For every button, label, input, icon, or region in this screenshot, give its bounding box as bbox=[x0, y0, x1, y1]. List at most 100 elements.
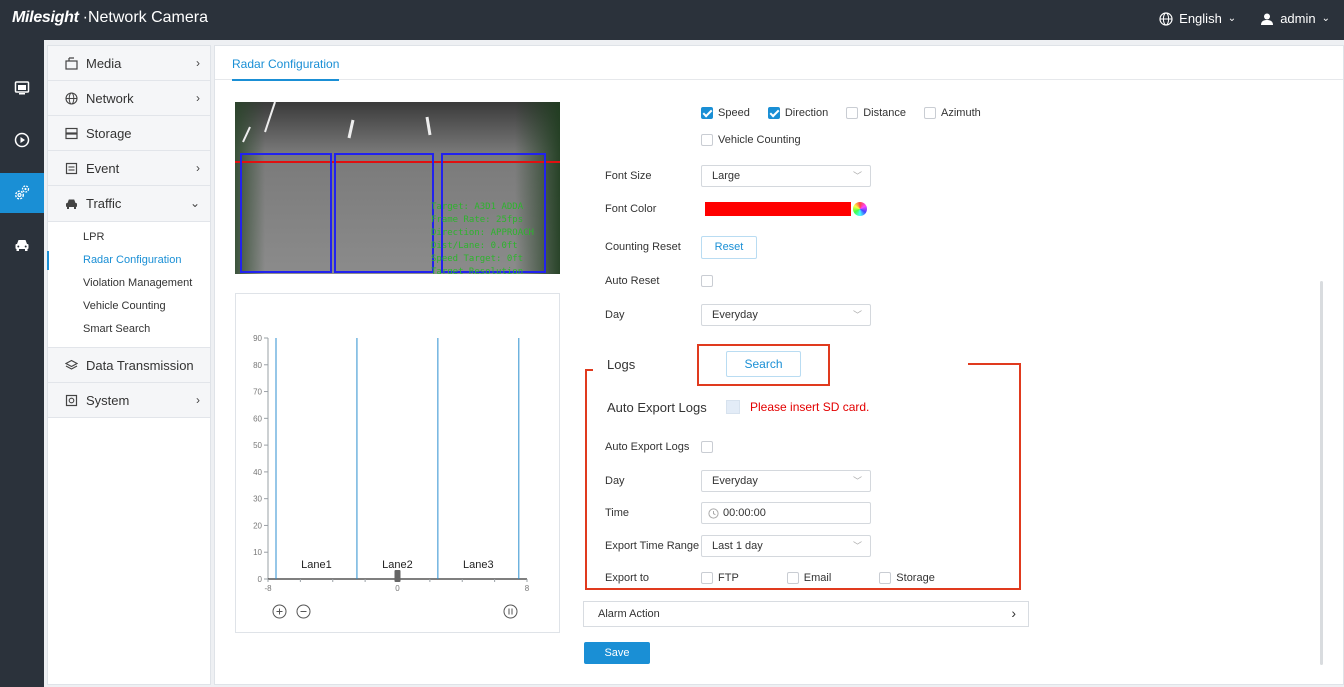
globe-icon bbox=[64, 91, 78, 105]
system-icon bbox=[64, 393, 78, 407]
font-size-label: Font Size bbox=[605, 170, 652, 182]
select-value: Everyday bbox=[712, 309, 758, 321]
clock-icon bbox=[708, 507, 719, 519]
sidebar-subitem-lpr[interactable]: LPR bbox=[48, 226, 210, 249]
scrollbar[interactable] bbox=[1320, 281, 1323, 665]
checkbox[interactable] bbox=[701, 572, 713, 584]
chevron-down-icon: ⌄ bbox=[1227, 13, 1237, 24]
checkbox[interactable] bbox=[786, 572, 799, 584]
rail-playback[interactable] bbox=[0, 120, 44, 160]
auto-reset-checkbox[interactable] bbox=[701, 275, 713, 287]
select-value: Large bbox=[712, 170, 741, 182]
rail-traffic[interactable] bbox=[0, 225, 44, 265]
sd-card-warning: Please insert SD card. bbox=[750, 400, 870, 414]
font-color-label: Font Color bbox=[605, 203, 657, 215]
lane-label: Lane2 bbox=[382, 559, 413, 571]
day-select[interactable]: Everyday ﹀ bbox=[701, 304, 871, 326]
alarm-action-label: Alarm Action bbox=[598, 608, 660, 620]
ftp-checkbox[interactable]: FTP bbox=[701, 572, 739, 584]
sidebar-subitem-smart-search[interactable]: Smart Search bbox=[48, 318, 210, 341]
zoom-in-button[interactable] bbox=[272, 604, 287, 622]
y-tick-label: 80 bbox=[253, 361, 262, 370]
distance-checkbox[interactable]: Distance bbox=[846, 107, 906, 119]
auto-export-heading-checkbox[interactable] bbox=[726, 400, 740, 414]
checkbox[interactable] bbox=[701, 107, 713, 119]
auto-reset-row bbox=[701, 270, 713, 292]
checkbox-label: Email bbox=[803, 572, 832, 584]
sidebar-item-label: Traffic bbox=[86, 196, 122, 211]
font-color-swatch[interactable] bbox=[705, 202, 851, 216]
sidebar-item-system[interactable]: System › bbox=[48, 383, 210, 418]
sidebar-item-network[interactable]: Network › bbox=[48, 81, 210, 116]
sidebar-item-media[interactable]: Media › bbox=[48, 46, 210, 81]
color-picker-icon[interactable] bbox=[853, 202, 867, 216]
rail-settings[interactable] bbox=[0, 173, 44, 213]
video-preview[interactable]: Target: A3D1 ADDA Frame Rate: 25fps Direct… bbox=[235, 102, 560, 274]
zoom-out-button[interactable] bbox=[296, 604, 311, 622]
rail-live-view[interactable] bbox=[0, 68, 44, 108]
checkbox-label: Storage bbox=[896, 572, 935, 584]
y-tick-label: 50 bbox=[253, 441, 262, 450]
checkbox[interactable] bbox=[846, 107, 859, 119]
car-icon bbox=[64, 197, 78, 211]
sidebar-item-label: Network bbox=[86, 90, 134, 106]
sidebar-item-data-transmission[interactable]: Data Transmission bbox=[48, 348, 210, 383]
checkbox-label: Distance bbox=[863, 107, 907, 119]
language-menu[interactable]: English ⌄ bbox=[1159, 11, 1236, 26]
y-tick-label: 20 bbox=[253, 521, 262, 530]
sidebar-subitem-radar-configuration[interactable]: Radar Configuration bbox=[47, 249, 210, 272]
auto-export-logs-checkbox[interactable] bbox=[701, 441, 713, 453]
sidebar-item-storage[interactable]: Storage bbox=[48, 116, 210, 151]
search-button[interactable]: Search bbox=[726, 351, 801, 377]
sidebar-item-label: System bbox=[86, 392, 130, 408]
speed-checkbox[interactable]: Speed bbox=[701, 107, 750, 119]
lane-label: Lane1 bbox=[301, 559, 332, 571]
checkbox[interactable] bbox=[879, 572, 892, 584]
product-name: ·Network Camera bbox=[82, 9, 208, 26]
x-tick-label: 8 bbox=[525, 584, 530, 593]
y-tick-label: 70 bbox=[253, 388, 262, 397]
overlay-options-row2: Vehicle Counting bbox=[701, 129, 801, 151]
checkbox[interactable] bbox=[767, 107, 780, 119]
storage-checkbox[interactable]: Storage bbox=[879, 572, 935, 584]
chevron-right-icon: › bbox=[1011, 605, 1016, 621]
y-tick-label: 40 bbox=[253, 468, 262, 477]
radar-chart-panel: 90 80 70 60 50 40 30 20 10 0 -8 0 8 Lane1 Lane2 Lane3 bbox=[235, 293, 560, 633]
alarm-action-section[interactable]: Alarm Action › bbox=[583, 601, 1029, 627]
y-tick-label: 60 bbox=[253, 414, 262, 423]
chevron-down-icon: ﹀ bbox=[852, 476, 862, 486]
checkbox-label: Azimuth bbox=[941, 107, 981, 119]
checkbox-label: Speed bbox=[718, 107, 750, 119]
checkbox[interactable] bbox=[701, 134, 713, 146]
zoom-in-icon bbox=[272, 604, 287, 619]
direction-checkbox[interactable]: Direction bbox=[767, 107, 828, 119]
vehicle-counting-checkbox[interactable]: Vehicle Counting bbox=[701, 134, 801, 146]
tab-bar: Radar Configuration bbox=[215, 46, 1343, 81]
sidebar-subitem-violation-management[interactable]: Violation Management bbox=[48, 272, 210, 295]
auto-reset-label: Auto Reset bbox=[605, 275, 660, 287]
media-icon bbox=[64, 56, 78, 70]
email-checkbox[interactable]: Email bbox=[786, 572, 832, 584]
logs-day-select[interactable]: Everyday ﹀ bbox=[701, 470, 871, 492]
export-time-range-select[interactable]: Last 1 day ﹀ bbox=[701, 535, 871, 557]
chevron-down-icon: ﹀ bbox=[852, 310, 862, 320]
checkbox[interactable] bbox=[924, 107, 937, 119]
brand: Milesight ·Network Camera bbox=[12, 9, 208, 27]
radar-chart: 9080706050403020100-8 0 8Lane1 Lane2 Lane3 bbox=[253, 334, 530, 593]
pause-button[interactable] bbox=[503, 604, 518, 622]
top-bar: Milesight ·Network Camera English ⌄ admin… bbox=[0, 0, 1344, 40]
azimuth-checkbox[interactable]: Azimuth bbox=[924, 107, 981, 119]
sidebar-subitem-vehicle-counting[interactable]: Vehicle Counting bbox=[48, 295, 210, 318]
sidebar-item-traffic[interactable]: Traffic ⌄ bbox=[48, 186, 210, 222]
tab-radar-configuration[interactable]: Radar Configuration bbox=[232, 57, 340, 81]
sidebar-item-event[interactable]: Event › bbox=[48, 151, 210, 186]
storage-icon bbox=[64, 126, 78, 140]
save-button[interactable]: Save bbox=[584, 642, 650, 664]
logs-label: Logs bbox=[607, 356, 636, 372]
font-size-select[interactable]: Large ﹀ bbox=[701, 165, 871, 187]
time-input[interactable]: 00:00:00 bbox=[701, 502, 871, 524]
reset-button[interactable]: Reset bbox=[701, 236, 757, 259]
icon-rail bbox=[0, 40, 44, 687]
checkbox-label: Vehicle Counting bbox=[718, 134, 801, 146]
user-menu[interactable]: admin ⌄ bbox=[1260, 11, 1330, 26]
